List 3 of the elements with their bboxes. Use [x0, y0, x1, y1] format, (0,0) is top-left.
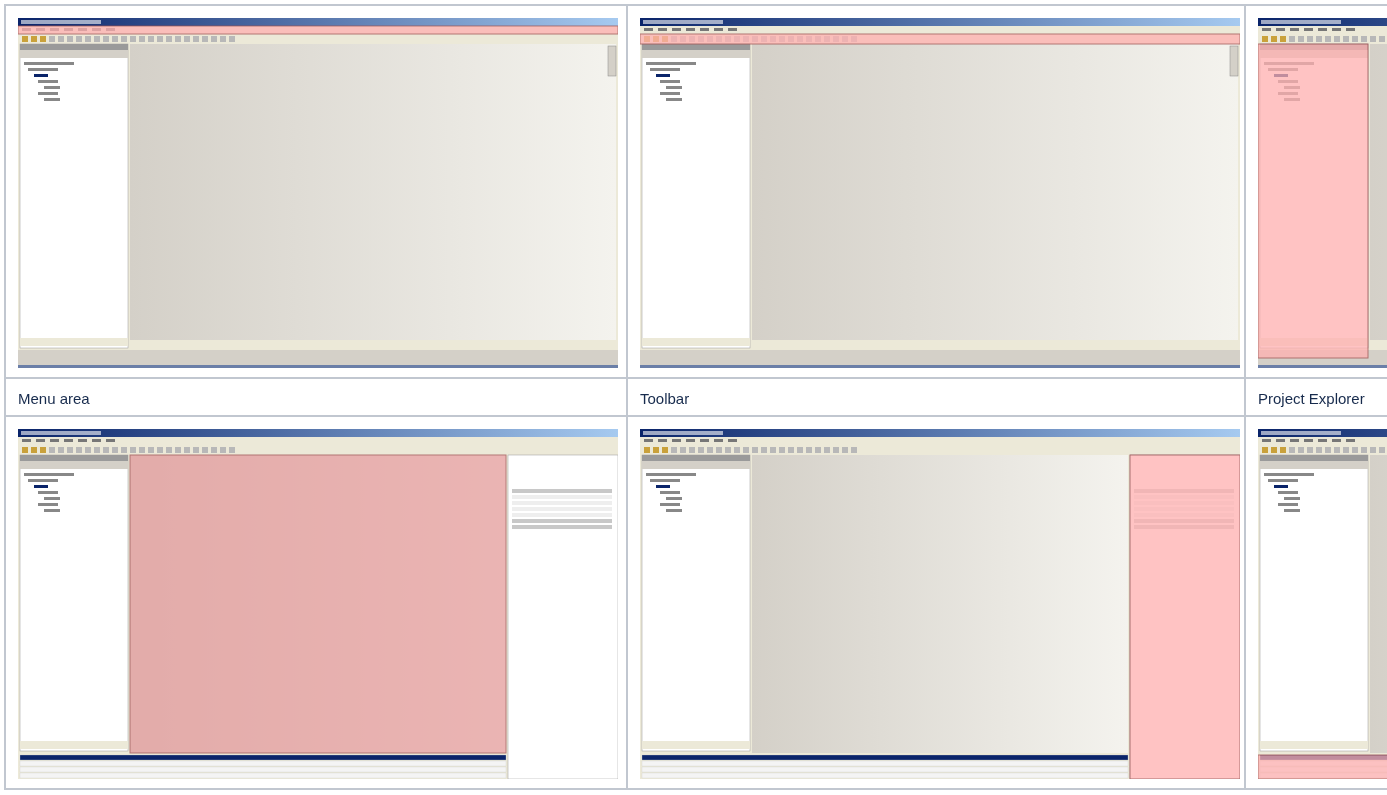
image-caption: Project Explorer: [1258, 390, 1365, 407]
image-caption: Menu area: [18, 390, 90, 407]
image-caption: Toolbar: [640, 390, 690, 407]
